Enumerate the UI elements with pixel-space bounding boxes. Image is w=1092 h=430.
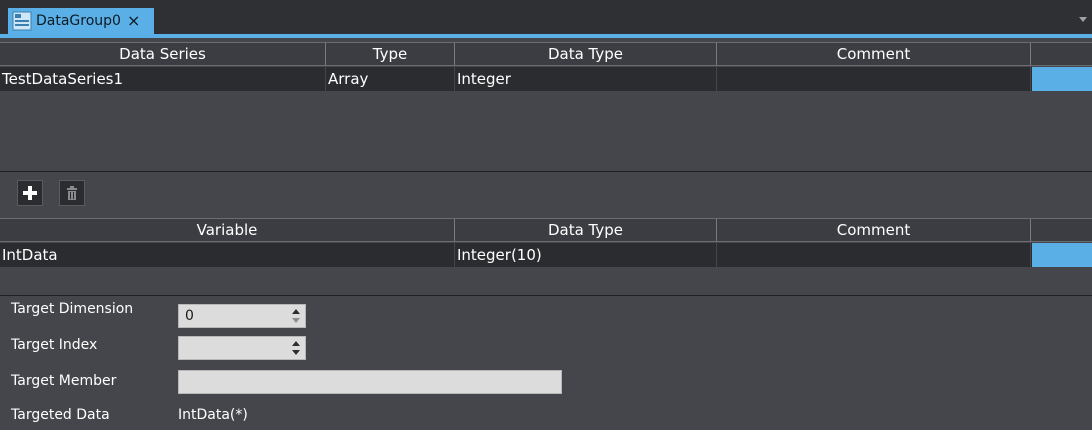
tab-datagroup0[interactable]: DataGroup0 × [8, 8, 154, 34]
target-dimension-stepper[interactable]: 0 [178, 304, 306, 328]
column-header-variable[interactable]: Variable [0, 219, 455, 241]
cell-comment[interactable] [717, 243, 1031, 267]
target-dimension-value: 0 [185, 308, 194, 324]
target-member-input[interactable] [178, 370, 562, 394]
column-header-data-series[interactable]: Data Series [0, 43, 326, 65]
row-selection-marker[interactable] [1032, 67, 1092, 91]
add-button[interactable] [17, 180, 43, 206]
target-index-stepper[interactable] [178, 336, 306, 360]
tab-title: DataGroup0 [36, 13, 121, 29]
table-row[interactable]: TestDataSeries1 Array Integer [0, 67, 1092, 91]
table-header: Data Series Type Data Type Comment [0, 42, 1092, 66]
close-icon[interactable]: × [127, 13, 140, 29]
column-header-comment[interactable]: Comment [717, 43, 1031, 65]
column-header-data-type[interactable]: Data Type [455, 219, 717, 241]
column-header-data-type[interactable]: Data Type [455, 43, 717, 65]
target-member-label: Target Member [11, 373, 117, 389]
variable-table: Variable Data Type Comment IntData Integ… [0, 218, 1092, 296]
chevron-down-icon[interactable] [1078, 14, 1088, 24]
spinner-arrows-icon[interactable] [291, 308, 301, 324]
column-header-comment[interactable]: Comment [717, 219, 1031, 241]
data-series-table: Data Series Type Data Type Comment TestD… [0, 42, 1092, 172]
row-selection-marker[interactable] [1032, 243, 1092, 267]
cell-data-type[interactable]: Integer(10) [455, 243, 717, 267]
target-index-label: Target Index [11, 337, 98, 353]
cell-comment[interactable] [717, 67, 1031, 91]
table-row[interactable]: IntData Integer(10) [0, 243, 1092, 267]
data-group-icon [12, 11, 32, 31]
series-toolbar [0, 172, 1092, 218]
table-header: Variable Data Type Comment [0, 218, 1092, 242]
trash-icon [67, 186, 77, 200]
cell-data-type[interactable]: Integer [455, 67, 717, 91]
cell-variable[interactable]: IntData [0, 243, 455, 267]
targeted-data-label: Targeted Data [11, 407, 110, 423]
tab-strip: DataGroup0 × [0, 0, 1092, 38]
column-header-type[interactable]: Type [326, 43, 455, 65]
targeted-data-value: IntData(*) [178, 407, 248, 423]
target-dimension-label: Target Dimension [11, 301, 134, 317]
spinner-arrows-icon[interactable] [291, 340, 301, 356]
plus-icon [23, 186, 37, 200]
cell-type[interactable]: Array [326, 67, 455, 91]
cell-data-series[interactable]: TestDataSeries1 [0, 67, 326, 91]
delete-button[interactable] [59, 180, 85, 206]
